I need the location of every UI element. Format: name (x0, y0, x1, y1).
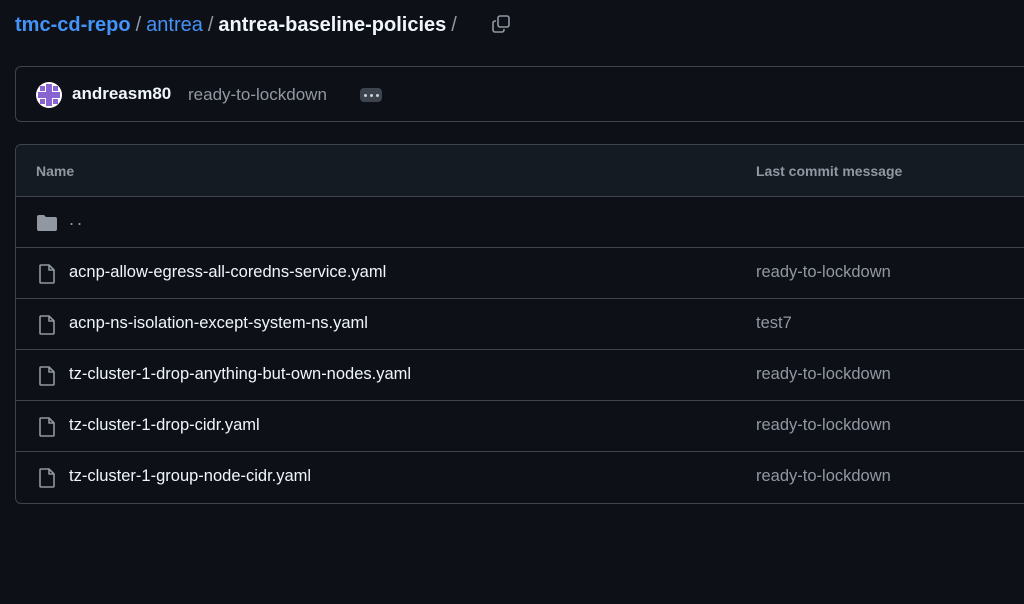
column-header-last-commit-message: Last commit message (756, 163, 903, 179)
file-icon (39, 417, 55, 437)
folder-icon (37, 215, 57, 231)
file-icon (39, 264, 55, 284)
breadcrumb-separator: / (451, 13, 457, 36)
file-name-link[interactable]: tz-cluster-1-group-node-cidr.yaml (69, 467, 311, 486)
table-row[interactable]: tz-cluster-1-drop-cidr.yaml ready-to-loc… (16, 401, 1024, 452)
breadcrumb-folder-link[interactable]: antrea (146, 14, 203, 37)
avatar[interactable] (36, 82, 62, 108)
file-icon (39, 468, 55, 488)
table-row[interactable]: tz-cluster-1-drop-anything-but-own-nodes… (16, 350, 1024, 401)
copy-path-button[interactable] (484, 8, 518, 40)
parent-directory-row[interactable]: .. (16, 197, 1024, 248)
table-row[interactable]: acnp-ns-isolation-except-system-ns.yaml … (16, 299, 1024, 350)
file-name-link[interactable]: tz-cluster-1-drop-cidr.yaml (69, 416, 260, 435)
column-header-name: Name (36, 163, 75, 179)
breadcrumb-separator: / (135, 13, 142, 36)
file-name-link[interactable]: acnp-allow-egress-all-coredns-service.ya… (69, 263, 386, 282)
file-commit-message-link[interactable]: ready-to-lockdown (756, 263, 891, 282)
file-icon (39, 315, 55, 335)
table-row[interactable]: acnp-allow-egress-all-coredns-service.ya… (16, 248, 1024, 299)
breadcrumb: tmc-cd-repo / antrea / antrea-baseline-p… (15, 10, 462, 40)
file-commit-message-link[interactable]: ready-to-lockdown (756, 467, 891, 486)
breadcrumb-current-folder: antrea-baseline-policies (218, 13, 447, 36)
commit-author-link[interactable]: andreasm80 (72, 84, 171, 104)
file-table: Name Last commit message .. acnp-allow-e… (15, 144, 1024, 504)
latest-commit-box: andreasm80 ready-to-lockdown (15, 66, 1024, 122)
parent-directory-link[interactable]: .. (69, 209, 85, 230)
file-icon (39, 366, 55, 386)
table-row[interactable]: tz-cluster-1-group-node-cidr.yaml ready-… (16, 452, 1024, 503)
file-name-link[interactable]: tz-cluster-1-drop-anything-but-own-nodes… (69, 365, 411, 384)
file-name-link[interactable]: acnp-ns-isolation-except-system-ns.yaml (69, 314, 368, 333)
ellipsis-icon[interactable] (360, 88, 382, 102)
copy-icon (492, 15, 510, 33)
file-commit-message-link[interactable]: test7 (756, 314, 792, 333)
breadcrumb-separator: / (207, 13, 214, 36)
file-commit-message-link[interactable]: ready-to-lockdown (756, 365, 891, 384)
table-header: Name Last commit message (16, 145, 1024, 197)
breadcrumb-repo-link[interactable]: tmc-cd-repo (15, 14, 131, 37)
commit-message-link[interactable]: ready-to-lockdown (188, 85, 327, 105)
file-commit-message-link[interactable]: ready-to-lockdown (756, 416, 891, 435)
